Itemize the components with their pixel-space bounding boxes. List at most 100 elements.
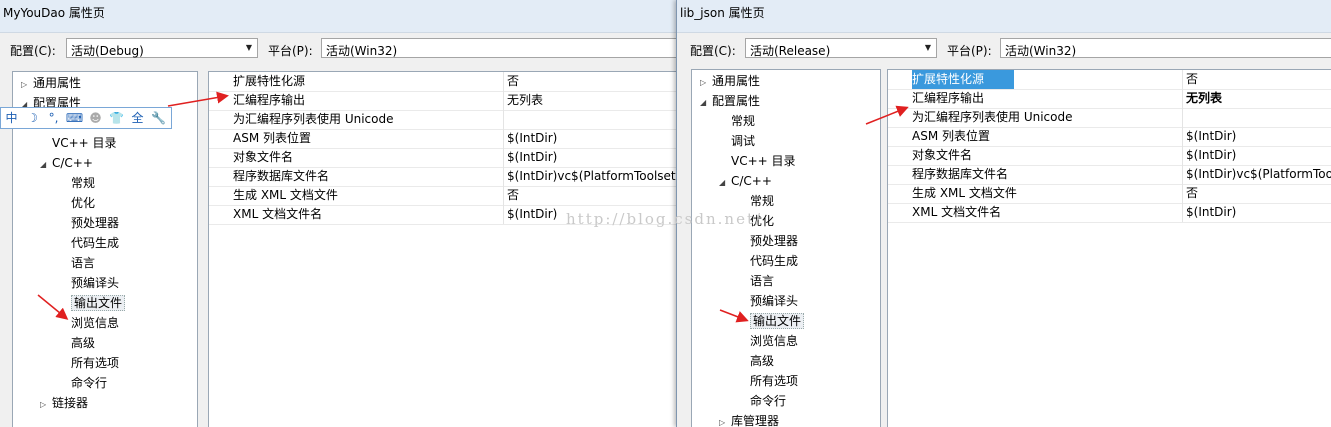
tree-item-label: 通用属性	[712, 74, 761, 88]
ime-wrench-icon[interactable]: 🔧	[149, 109, 168, 127]
right-config-combo[interactable]: 活动(Release) ▼	[745, 38, 937, 58]
property-value[interactable]: 否	[507, 72, 519, 91]
property-name: 为汇编程序列表使用 Unicode	[912, 110, 1073, 124]
chevron-down-icon[interactable]: ▼	[920, 39, 936, 57]
property-value[interactable]: $(IntDir)	[507, 129, 557, 148]
property-value[interactable]: 否	[1186, 184, 1198, 203]
tree-item-label: 浏览信息	[71, 316, 120, 330]
property-name: XML 文档文件名	[912, 205, 1002, 219]
tree-item[interactable]: 优化	[59, 194, 95, 213]
property-row[interactable]: XML 文档文件名 $(IntDir)	[888, 203, 1331, 223]
property-value[interactable]: 无列表	[507, 91, 543, 110]
tree-item[interactable]: 调试	[719, 132, 755, 151]
ime-punct-icon[interactable]: °,	[44, 109, 63, 127]
ime-fullwidth-icon[interactable]: 全	[128, 109, 147, 127]
expand-arrow-icon[interactable]: ▷	[21, 75, 33, 94]
tree-item[interactable]: 浏览信息	[59, 314, 119, 333]
tree-item[interactable]: 常规	[59, 174, 95, 193]
left-config-label: 配置(C):	[10, 44, 56, 58]
ime-shirt-icon[interactable]: 👕	[107, 109, 126, 127]
property-row[interactable]: 汇编程序输出 无列表	[209, 91, 676, 111]
property-row[interactable]: ASM 列表位置 $(IntDir)	[888, 127, 1331, 147]
tree-item[interactable]: ▷ 链接器	[40, 394, 88, 413]
property-row[interactable]: 生成 XML 文档文件 否	[888, 184, 1331, 204]
property-value[interactable]: $(IntDir)	[1186, 127, 1236, 146]
ime-user-icon[interactable]: ☻	[86, 109, 105, 127]
tree-item[interactable]: 高级	[738, 352, 774, 371]
expand-arrow-icon[interactable]: ▷	[700, 73, 712, 92]
tree-item[interactable]: 语言	[59, 254, 95, 273]
property-value[interactable]: $(IntDir)	[1186, 203, 1236, 222]
tree-item[interactable]: ▷ 通用属性	[700, 72, 760, 91]
tree-item[interactable]: ◢ 配置属性	[700, 92, 760, 111]
ime-moon-icon[interactable]: ☽	[23, 109, 42, 127]
tree-item[interactable]: ◢ C/C++	[40, 154, 93, 173]
tree-item[interactable]: 语言	[738, 272, 774, 291]
tree-item-label: 配置属性	[712, 94, 761, 108]
tree-item[interactable]: 输出文件	[59, 294, 126, 313]
property-row[interactable]: 程序数据库文件名 $(IntDir)vc$(PlatformTool	[888, 165, 1331, 185]
collapse-arrow-icon[interactable]: ◢	[719, 173, 731, 192]
property-value[interactable]: $(IntDir)	[507, 148, 557, 167]
left-config-combo[interactable]: 活动(Debug) ▼	[66, 38, 258, 58]
right-property-grid[interactable]: 扩展特性化源否汇编程序输出 无列表 为汇编程序列表使用 Unicode ASM 列表位…	[887, 69, 1331, 427]
property-row[interactable]: 为汇编程序列表使用 Unicode	[888, 108, 1331, 128]
collapse-arrow-icon[interactable]: ◢	[700, 93, 712, 112]
tree-item[interactable]: 代码生成	[59, 234, 119, 253]
tree-item-label: 库管理器	[731, 414, 780, 427]
ime-toolbar[interactable]: 中 ☽ °, ⌨ ☻ 👕 全 🔧	[0, 107, 172, 129]
expand-arrow-icon[interactable]: ▷	[719, 413, 731, 427]
tree-item[interactable]: 所有选项	[738, 372, 798, 391]
property-value[interactable]: $(IntDir)	[507, 205, 557, 224]
tree-item[interactable]: 浏览信息	[738, 332, 798, 351]
left-window-title: MyYouDao 属性页	[3, 6, 105, 20]
ime-keyboard-icon[interactable]: ⌨	[65, 109, 84, 127]
property-value[interactable]: $(IntDir)vc$(PlatformTool	[1186, 165, 1331, 184]
property-row[interactable]: 程序数据库文件名 $(IntDir)vc$(PlatformToolset)	[209, 167, 676, 187]
tree-item[interactable]: 预编译头	[59, 274, 119, 293]
tree-item[interactable]: ▷ 通用属性	[21, 74, 81, 93]
tree-item[interactable]: VC++ 目录	[719, 152, 796, 171]
right-window-title: lib_json 属性页	[680, 6, 765, 20]
property-row[interactable]: 对象文件名 $(IntDir)	[209, 148, 676, 168]
expand-arrow-icon[interactable]: ▷	[40, 395, 52, 414]
tree-item[interactable]: 常规	[719, 112, 755, 131]
tree-item-label: VC++ 目录	[52, 136, 117, 150]
right-platform-combo[interactable]: 活动(Win32)	[1000, 38, 1331, 58]
property-row[interactable]: 对象文件名 $(IntDir)	[888, 146, 1331, 166]
tree-item[interactable]: 常规	[738, 192, 774, 211]
tree-item[interactable]: 命令行	[59, 374, 107, 393]
grid-column-divider[interactable]	[1182, 70, 1183, 222]
property-value[interactable]: 无列表	[1186, 89, 1222, 108]
tree-item[interactable]: 输出文件	[738, 312, 805, 331]
grid-column-divider[interactable]	[503, 72, 504, 224]
property-row[interactable]: 汇编程序输出 无列表	[888, 89, 1331, 109]
property-row[interactable]: 扩展特性化源 否	[888, 70, 1331, 90]
property-value[interactable]: 否	[507, 186, 519, 205]
left-platform-combo[interactable]: 活动(Win32)	[321, 38, 676, 58]
tree-item[interactable]: VC++ 目录	[40, 134, 117, 153]
property-value[interactable]: $(IntDir)vc$(PlatformToolset)	[507, 167, 676, 186]
tree-item[interactable]: 预处理器	[738, 232, 798, 251]
property-value[interactable]: 否	[1186, 70, 1198, 89]
tree-item[interactable]: 高级	[59, 334, 95, 353]
tree-item[interactable]: 所有选项	[59, 354, 119, 373]
left-property-grid[interactable]: 扩展特性化源否汇编程序输出 无列表 为汇编程序列表使用 Unicode ASM 列表位…	[208, 71, 676, 427]
property-name: 汇编程序输出	[233, 93, 306, 107]
property-row[interactable]: 为汇编程序列表使用 Unicode	[209, 110, 676, 130]
collapse-arrow-icon[interactable]: ◢	[40, 155, 52, 174]
tree-item-label: C/C++	[731, 174, 772, 188]
property-row[interactable]: 生成 XML 文档文件 否	[209, 186, 676, 206]
right-nav-tree[interactable]: ▷ 通用属性 ◢ 配置属性 常规 调试 VC++ 目录 ◢ C/C++ 常规 优化 预处理器 代码生成语…	[691, 69, 881, 427]
tree-item[interactable]: ◢ C/C++	[719, 172, 772, 191]
tree-item[interactable]: 预编译头	[738, 292, 798, 311]
property-row[interactable]: ASM 列表位置 $(IntDir)	[209, 129, 676, 149]
property-value[interactable]: $(IntDir)	[1186, 146, 1236, 165]
ime-chinese-icon[interactable]: 中	[2, 109, 21, 127]
property-row[interactable]: 扩展特性化源 否	[209, 72, 676, 92]
chevron-down-icon[interactable]: ▼	[241, 39, 257, 57]
tree-item[interactable]: 预处理器	[59, 214, 119, 233]
tree-item[interactable]: 代码生成	[738, 252, 798, 271]
tree-item[interactable]: 命令行	[738, 392, 786, 411]
tree-item[interactable]: ▷ 库管理器	[719, 412, 779, 427]
